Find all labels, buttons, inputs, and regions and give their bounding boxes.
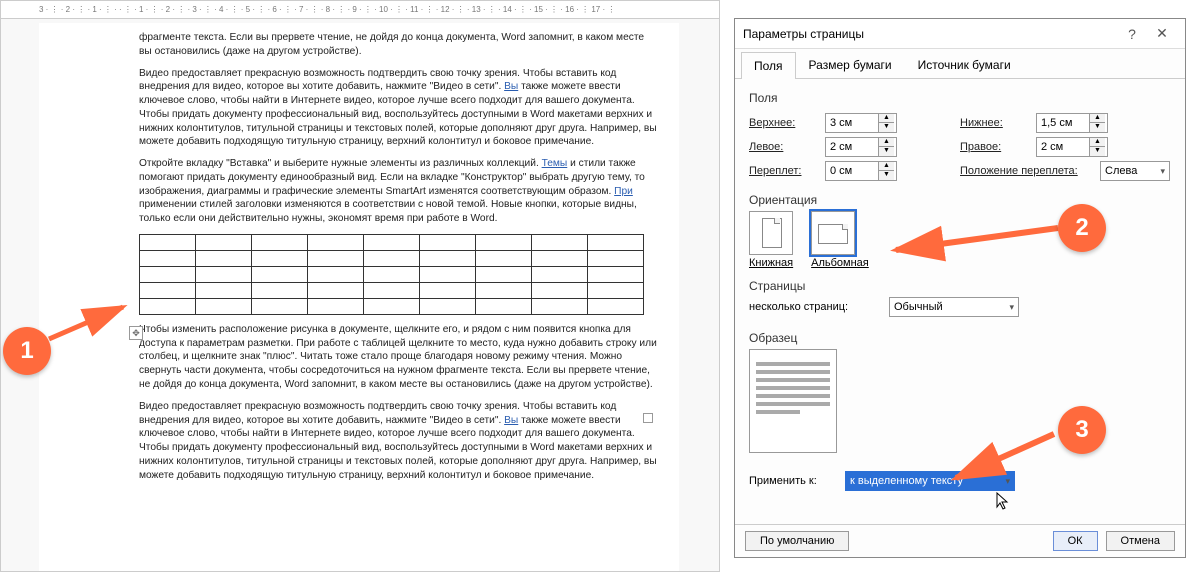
ok-button[interactable]: ОК [1053, 531, 1098, 551]
spin-down-icon[interactable]: ▼ [878, 171, 894, 180]
hyperlink[interactable]: Вы [504, 81, 518, 92]
spin-up-icon[interactable]: ▲ [1089, 138, 1105, 147]
label-left-margin: Левое: [749, 141, 825, 153]
dialog-button-row: По умолчанию ОК Отмена [735, 524, 1185, 557]
gutter-spinner[interactable]: ▲▼ [825, 161, 897, 181]
callout-arrow-2 [890, 222, 1060, 262]
right-margin-spinner[interactable]: ▲▼ [1036, 137, 1108, 157]
dialog-titlebar[interactable]: Параметры страницы ? ✕ [735, 19, 1185, 49]
spin-down-icon[interactable]: ▼ [1089, 147, 1105, 156]
callout-arrow-1 [45, 301, 133, 343]
cursor-icon [995, 491, 1011, 511]
dialog-tabs: Поля Размер бумаги Источник бумаги [735, 49, 1185, 79]
top-margin-input[interactable] [826, 114, 878, 132]
document-page[interactable]: фрагменте текста. Если вы прервете чтени… [39, 23, 679, 571]
orientation-landscape[interactable]: Альбомная [811, 211, 869, 269]
bottom-margin-input[interactable] [1037, 114, 1089, 132]
top-margin-spinner[interactable]: ▲▼ [825, 113, 897, 133]
label-gutter: Переплет: [749, 165, 825, 177]
hyperlink[interactable]: При [614, 186, 633, 197]
gutter-input[interactable] [826, 162, 878, 180]
spin-down-icon[interactable]: ▼ [878, 123, 894, 132]
multiple-pages-select[interactable]: Обычный [889, 297, 1019, 317]
spin-up-icon[interactable]: ▲ [878, 114, 894, 123]
callout-arrow-3 [950, 430, 1060, 486]
cancel-button[interactable]: Отмена [1106, 531, 1175, 551]
spin-down-icon[interactable]: ▼ [1089, 123, 1105, 132]
section-label-orientation: Ориентация [749, 193, 1171, 207]
label-right-margin: Правое: [960, 141, 1036, 153]
horizontal-ruler[interactable]: 3 · ⋮ · 2 · ⋮ · 1 · ⋮ · · ⋮ · 1 · ⋮ · 2 … [1, 1, 719, 19]
label-apply-to: Применить к: [749, 475, 845, 487]
paragraph[interactable]: фрагменте текста. Если вы прервете чтени… [139, 31, 659, 59]
orientation-portrait[interactable]: Книжная [749, 211, 793, 269]
tab-paper-source[interactable]: Источник бумаги [905, 51, 1024, 78]
paragraph[interactable]: Откройте вкладку "Вставка" и выберите ну… [139, 157, 659, 226]
preview-thumbnail [749, 349, 837, 453]
callout-badge-2: 2 [1058, 204, 1106, 252]
help-button[interactable]: ? [1117, 26, 1147, 42]
ruler-marks: 3 · ⋮ · 2 · ⋮ · 1 · ⋮ · · ⋮ · 1 · ⋮ · 2 … [39, 5, 615, 14]
hyperlink[interactable]: Вы [504, 415, 518, 426]
label-gutter-position: Положение переплета: [960, 165, 1100, 177]
paragraph[interactable]: Чтобы изменить расположение рисунка в до… [139, 323, 659, 392]
spin-up-icon[interactable]: ▲ [878, 138, 894, 147]
dialog-title: Параметры страницы [743, 27, 1117, 41]
close-button[interactable]: ✕ [1147, 25, 1177, 42]
spin-down-icon[interactable]: ▼ [878, 147, 894, 156]
default-button[interactable]: По умолчанию [745, 531, 849, 551]
section-label-margins: Поля [749, 91, 1171, 105]
orientation-portrait-label: Книжная [749, 257, 793, 269]
spin-up-icon[interactable]: ▲ [1089, 114, 1105, 123]
hyperlink[interactable]: Темы [542, 158, 568, 169]
callout-badge-3: 3 [1058, 406, 1106, 454]
tab-margins[interactable]: Поля [741, 52, 796, 79]
word-document-area: 3 · ⋮ · 2 · ⋮ · 1 · ⋮ · · ⋮ · 1 · ⋮ · 2 … [0, 0, 720, 572]
paragraph[interactable]: Видео предоставляет прекрасную возможнос… [139, 67, 659, 150]
left-margin-spinner[interactable]: ▲▼ [825, 137, 897, 157]
label-bottom-margin: Нижнее: [960, 117, 1036, 129]
document-table[interactable] [139, 234, 644, 315]
label-top-margin: Верхнее: [749, 117, 825, 129]
left-margin-input[interactable] [826, 138, 878, 156]
table-resize-handle-icon[interactable] [643, 413, 653, 423]
callout-badge-1: 1 [3, 327, 51, 375]
label-multiple-pages: несколько страниц: [749, 301, 889, 313]
bottom-margin-spinner[interactable]: ▲▼ [1036, 113, 1108, 133]
tab-paper-size[interactable]: Размер бумаги [796, 51, 905, 78]
spin-up-icon[interactable]: ▲ [878, 162, 894, 171]
orientation-landscape-label: Альбомная [811, 257, 869, 269]
section-label-preview: Образец [749, 331, 1171, 345]
gutter-position-select[interactable]: Слева [1100, 161, 1170, 181]
section-label-pages: Страницы [749, 279, 1171, 293]
right-margin-input[interactable] [1037, 138, 1089, 156]
paragraph[interactable]: Видео предоставляет прекрасную возможнос… [139, 400, 659, 483]
